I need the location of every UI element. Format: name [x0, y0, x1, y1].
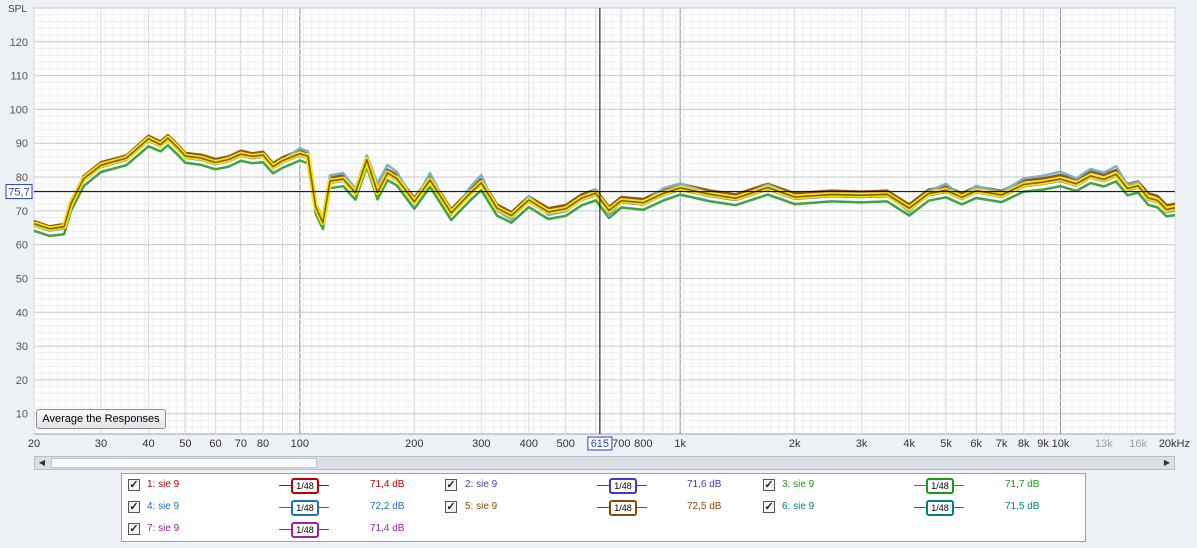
legend-entry: ✓ 3: sie 9 1/48 71,7 dB	[122, 476, 1082, 496]
x-tick-label: 40	[142, 438, 154, 450]
x-tick-label: 60	[209, 438, 221, 450]
x-tick-label: 20	[28, 438, 40, 450]
y-tick-label: 60	[16, 240, 28, 252]
y-tick-label: 100	[10, 104, 28, 116]
x-tick-label: 13k	[1095, 438, 1113, 450]
legend-level-value: 71,5 dB	[1005, 501, 1040, 512]
cursor-y-label: 75,7	[8, 187, 29, 199]
smoothing-label: 1/48	[926, 478, 954, 494]
x-tick-label: 800	[634, 438, 652, 450]
y-tick-label: 50	[16, 273, 28, 285]
x-tick-label: 16k	[1129, 438, 1147, 450]
scroll-right-icon[interactable]: ▶	[1160, 457, 1174, 469]
legend-entry: ✓ 7: sie 9 1/48 71,4 dB	[122, 520, 1082, 540]
x-tick-label: 8k	[1018, 438, 1030, 450]
legend-checkbox[interactable]: ✓	[763, 479, 775, 491]
legend-panel: ✓ 1: sie 9 1/48 71,4 dB ✓ 2: sie 9 1/48 71,6 dB…	[121, 473, 1086, 542]
x-tick-label: 200	[405, 438, 423, 450]
y-tick-label: 30	[16, 341, 28, 353]
x-tick-label: 700	[612, 438, 630, 450]
y-tick-label: 20	[16, 375, 28, 387]
x-tick-label: 3k	[856, 438, 868, 450]
x-tick-label: 10k	[1052, 438, 1070, 450]
average-responses-button[interactable]: Average the Responses	[36, 409, 166, 429]
x-tick-label: 2k	[789, 438, 801, 450]
y-tick-label: 10	[16, 409, 28, 421]
y-axis-label: SPL	[8, 4, 27, 15]
x-tick-label: 100	[291, 438, 309, 450]
x-tick-label: 4k	[903, 438, 915, 450]
x-tick-label: 1k	[674, 438, 686, 450]
scroll-left-icon[interactable]: ◀	[35, 457, 49, 469]
x-tick-label: 70	[235, 438, 247, 450]
legend-checkbox[interactable]: ✓	[763, 501, 775, 513]
x-tick-label: 50	[179, 438, 191, 450]
cursor-x-label: 615	[591, 438, 609, 450]
x-tick-label: 7k	[996, 438, 1008, 450]
x-tick-label: 400	[520, 438, 538, 450]
y-tick-label: 90	[16, 138, 28, 150]
x-tick-label: 5k	[940, 438, 952, 450]
smoothing-label: 1/48	[291, 522, 319, 538]
y-tick-label: 110	[10, 71, 28, 83]
smoothing-selector[interactable]: 1/48	[914, 499, 964, 516]
smoothing-label: 1/48	[926, 500, 954, 516]
legend-label: 7: sie 9	[147, 523, 180, 534]
scrollbar-thumb[interactable]	[51, 458, 318, 468]
y-tick-label: 120	[10, 37, 28, 49]
legend-checkbox[interactable]: ✓	[128, 523, 140, 535]
y-tick-label: 80	[16, 172, 28, 184]
x-tick-label: 6k	[970, 438, 982, 450]
legend-level-value: 71,4 dB	[370, 523, 405, 534]
legend-label: 3: sie 9	[782, 479, 815, 490]
x-tick-label: 500	[557, 438, 575, 450]
legend-entry: ✓ 6: sie 9 1/48 71,5 dB	[122, 498, 1082, 518]
smoothing-selector[interactable]: 1/48	[279, 521, 329, 538]
frequency-response-chart: 120 110 100 90 80 70 60 50 40 30 20 10 SPL 20 30 40 50 60…	[5, 4, 1190, 451]
x-tick-label: 9k	[1037, 438, 1049, 450]
x-tick-label: 300	[472, 438, 490, 450]
y-tick-label: 70	[16, 206, 28, 218]
legend-label: 6: sie 9	[782, 501, 815, 512]
x-tick-label: 80	[257, 438, 269, 450]
x-tick-label: 30	[95, 438, 107, 450]
x-tick-label: 20kHz	[1159, 438, 1190, 450]
horizontal-scrollbar[interactable]: ◀ ▶	[34, 456, 1175, 470]
smoothing-selector[interactable]: 1/48	[914, 477, 964, 494]
y-tick-label: 40	[16, 307, 28, 319]
legend-level-value: 71,7 dB	[1005, 479, 1040, 490]
